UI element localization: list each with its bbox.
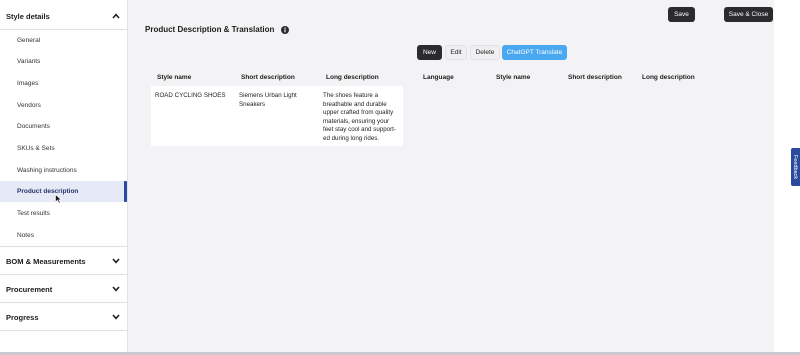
sidebar-item-label: Test results bbox=[17, 210, 50, 217]
feedback-tab[interactable]: Feedback bbox=[791, 148, 800, 186]
info-icon[interactable] bbox=[281, 25, 290, 34]
sidebar-item-notes[interactable]: Notes bbox=[0, 225, 127, 247]
sidebar-item-general[interactable]: General bbox=[0, 30, 127, 51]
column-header-translated-style-name: Style name bbox=[496, 74, 531, 81]
cell-style-name: ROAD CYCLING SHOES bbox=[155, 92, 226, 99]
new-button[interactable]: New bbox=[417, 45, 442, 60]
active-indicator bbox=[124, 181, 127, 202]
sidebar-item-label: General bbox=[17, 37, 41, 44]
sidebar-item-skus-sets[interactable]: SKUs & Sets bbox=[0, 138, 127, 159]
section-label: BOM & Measurements bbox=[6, 256, 86, 266]
sidebar-item-label: Documents bbox=[17, 123, 50, 130]
column-header-translated-short-description: Short description bbox=[568, 74, 622, 81]
column-header-translated-long-description: Long description bbox=[642, 74, 695, 81]
sidebar-item-label: Product description bbox=[17, 188, 79, 195]
section-label: Procurement bbox=[6, 284, 53, 294]
section-progress[interactable]: Progress bbox=[0, 304, 127, 331]
table-row[interactable]: ROAD CYCLING SHOES Siemens Urban Light S… bbox=[151, 86, 403, 146]
save-button[interactable]: Save bbox=[668, 7, 695, 22]
sidebar-item-product-description[interactable]: Product description bbox=[0, 181, 127, 202]
sidebar-item-label: Vendors bbox=[17, 102, 41, 109]
mouse-cursor-icon bbox=[55, 191, 63, 209]
cell-long-description: The shoes feature a breathable and durab… bbox=[323, 92, 396, 142]
save-close-button[interactable]: Save & Close bbox=[724, 7, 773, 22]
chevron-down-icon bbox=[111, 312, 121, 322]
column-header-language: Language bbox=[423, 74, 454, 81]
section-label: Progress bbox=[6, 312, 39, 322]
cell-short-description: Siemens Urban Light Sneakers bbox=[239, 92, 297, 108]
sidebar-item-label: Washing instructions bbox=[17, 167, 77, 174]
sidebar-item-variants[interactable]: Variants bbox=[0, 51, 127, 72]
sidebar-item-washing-instructions[interactable]: Washing instructions bbox=[0, 160, 127, 181]
main-panel: Save Save & Close Product Description & … bbox=[128, 0, 774, 355]
sidebar-item-images[interactable]: Images bbox=[0, 73, 127, 94]
page-title-text: Product Description & Translation bbox=[145, 25, 275, 34]
chevron-down-icon bbox=[111, 256, 121, 266]
edit-button[interactable]: Edit bbox=[445, 45, 467, 60]
sidebar-item-vendors[interactable]: Vendors bbox=[0, 95, 127, 116]
sidebar: Style details General Variants Images Ve… bbox=[0, 0, 128, 355]
sidebar-item-documents[interactable]: Documents bbox=[0, 116, 127, 137]
page-title: Product Description & Translation bbox=[145, 25, 290, 34]
section-procurement[interactable]: Procurement bbox=[0, 276, 127, 303]
sidebar-item-label: Variants bbox=[17, 58, 41, 65]
chevron-down-icon bbox=[111, 284, 121, 294]
feedback-label: Feedback bbox=[792, 154, 799, 180]
sidebar-item-label: SKUs & Sets bbox=[17, 145, 55, 152]
sidebar-item-label: Images bbox=[17, 80, 39, 87]
sidebar-item-test-results[interactable]: Test results bbox=[0, 203, 127, 224]
delete-button[interactable]: Delete bbox=[470, 45, 500, 60]
column-header-short-description: Short description bbox=[241, 74, 295, 81]
sidebar-item-label: Notes bbox=[17, 232, 34, 239]
section-label: Style details bbox=[6, 11, 50, 21]
column-header-long-description: Long description bbox=[326, 74, 379, 81]
chevron-up-icon bbox=[111, 11, 121, 21]
column-header-style-name: Style name bbox=[157, 74, 192, 81]
section-bom-measurements[interactable]: BOM & Measurements bbox=[0, 248, 127, 275]
section-style-details[interactable]: Style details bbox=[0, 3, 127, 30]
chatgpt-translate-button[interactable]: ChatGPT Translate bbox=[502, 45, 567, 60]
